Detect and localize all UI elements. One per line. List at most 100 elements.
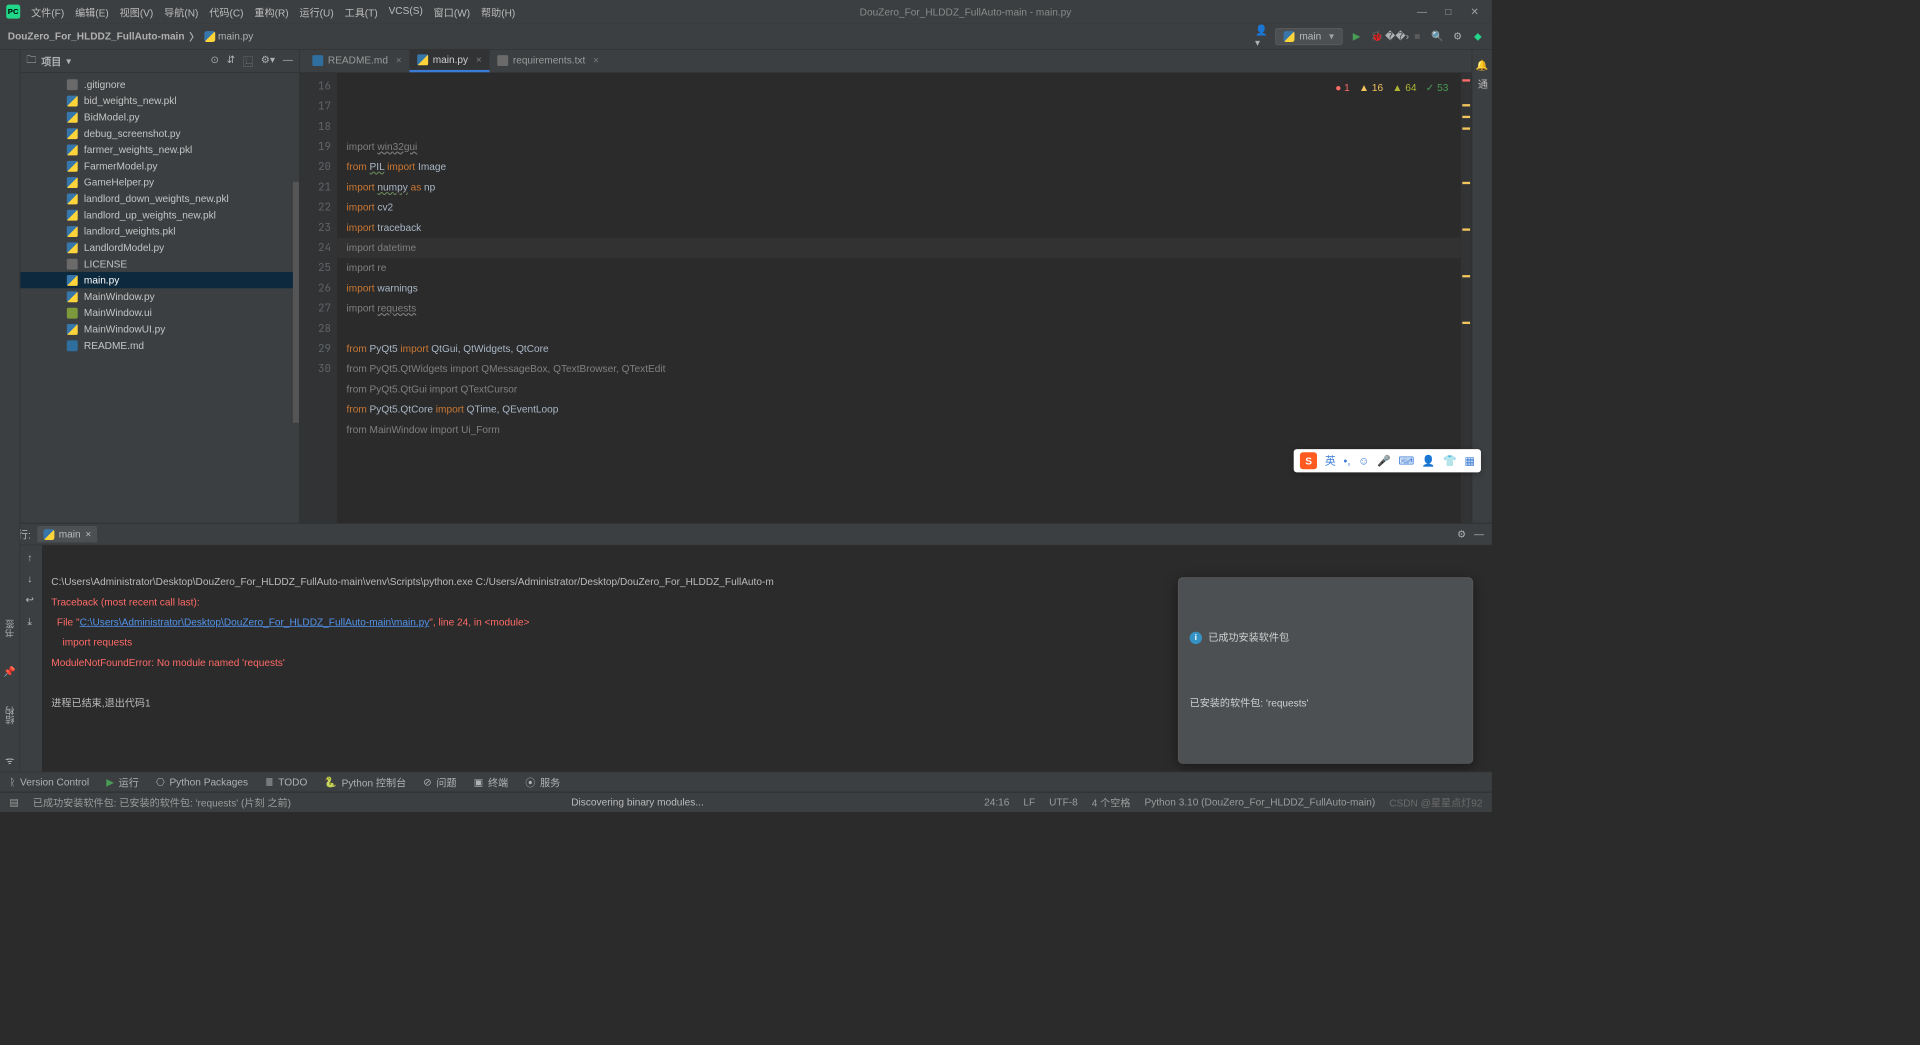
tree-item[interactable]: bid_weights_new.pkl [20,92,299,108]
python-packages-tab[interactable]: ⎔Python Packages [156,776,248,788]
ime-emoji-icon[interactable]: ☺ [1358,455,1369,467]
background-task[interactable]: Discovering binary modules... [571,796,704,808]
more-run-icon[interactable]: ��› [1391,30,1403,42]
problems-tab[interactable]: ⊘问题 [423,775,456,790]
hide-icon[interactable]: — [1474,528,1484,540]
ime-lang[interactable]: 英 [1325,453,1336,469]
soft-wrap-icon[interactable]: ↩ [25,594,33,606]
up-icon[interactable]: ↑ [27,552,32,564]
error-count[interactable]: ● 1 [1335,78,1350,98]
ide-features-icon[interactable]: ◆ [1472,30,1484,42]
ime-punct-icon[interactable]: •, [1344,455,1351,467]
tree-item[interactable]: LandlordModel.py [20,239,299,255]
tree-item[interactable]: MainWindow.ui [20,305,299,321]
hide-icon[interactable]: — [283,54,293,69]
file-encoding[interactable]: UTF-8 [1049,796,1078,808]
sogou-icon[interactable]: S [1300,452,1317,469]
menu-vcs[interactable]: VCS(S) [389,4,423,19]
expand-all-icon[interactable]: ⇵ [227,54,235,69]
project-tree[interactable]: .gitignorebid_weights_new.pklBidModel.py… [20,73,299,523]
search-icon[interactable]: 🔍 [1431,30,1443,42]
code-editor[interactable]: ● 1 ▲ 16 ▲ 64 ✓ 53 import win32gui from … [337,73,1461,523]
tree-item[interactable]: MainWindow.py [20,288,299,304]
menu-help[interactable]: 帮助(H) [481,4,515,19]
ime-keyboard-icon[interactable]: ⌨ [1398,454,1414,467]
gear-icon[interactable]: ⚙ [1457,528,1466,540]
inspections-widget[interactable]: ● 1 ▲ 16 ▲ 64 ✓ 53 [1335,78,1448,98]
collapse-all-icon[interactable]: ⿺ [243,54,253,69]
gear-icon[interactable]: ⚙▾ [261,54,275,69]
stop-button[interactable]: ■ [1411,30,1423,42]
tree-item[interactable]: debug_screenshot.py [20,125,299,141]
vcs-tab[interactable]: ᚱVersion Control [9,776,89,788]
menu-view[interactable]: 视图(V) [120,4,154,19]
tree-item[interactable]: landlord_weights.pkl [20,223,299,239]
tree-item[interactable]: main.py [20,272,299,288]
cursor-position[interactable]: 24:16 [984,796,1009,808]
select-opened-file-icon[interactable]: ⊙ [211,54,219,69]
menu-refactor[interactable]: 重构(R) [254,4,288,19]
menu-run[interactable]: 运行(U) [299,4,333,19]
scrollbar[interactable] [293,182,299,423]
menu-tools[interactable]: 工具(T) [345,4,378,19]
structure-tool-tab[interactable]: 结构 [2,702,18,730]
debug-button[interactable]: 🐞 [1371,30,1383,42]
tree-item[interactable]: README.md [20,337,299,353]
ime-skin-icon[interactable]: 👕 [1443,454,1457,467]
close-icon[interactable]: × [396,54,402,66]
indent-info[interactable]: 4 个空格 [1092,795,1131,810]
ime-mic-icon[interactable]: 🎤 [1377,454,1391,467]
tree-item[interactable]: landlord_down_weights_new.pkl [20,190,299,206]
warning-count[interactable]: ▲ 16 [1359,78,1383,98]
run-config-selector[interactable]: main [1275,28,1342,45]
weak-warning-count[interactable]: ▲ 64 [1392,78,1416,98]
close-icon[interactable]: × [593,54,599,66]
services-tab[interactable]: ⦿服务 [525,775,560,790]
tree-item[interactable]: LICENSE [20,256,299,272]
todo-tab[interactable]: ≣TODO [265,776,307,788]
maximize-button[interactable]: □ [1442,5,1454,17]
tree-item[interactable]: FarmerModel.py [20,158,299,174]
settings-icon[interactable]: ⚙ [1451,30,1463,42]
tree-item[interactable]: MainWindowUI.py [20,321,299,337]
notification-popup[interactable]: i已成功安装软件包 已安装的软件包: 'requests' [1178,577,1473,763]
python-console-tab[interactable]: 🐍Python 控制台 [324,775,406,790]
editor-tab[interactable]: requirements.txt× [490,50,607,73]
breadcrumb-project[interactable]: DouZero_For_HLDDZ_FullAuto-main [8,30,185,42]
tree-item[interactable]: farmer_weights_new.pkl [20,141,299,157]
tree-item[interactable]: landlord_up_weights_new.pkl [20,207,299,223]
bookmarks-tool-tab[interactable]: 书签 [2,615,18,643]
minimize-button[interactable]: — [1416,5,1428,17]
editor-tab[interactable]: README.md× [305,50,410,73]
down-icon[interactable]: ↓ [27,573,32,585]
tree-item[interactable]: BidModel.py [20,109,299,125]
menu-code[interactable]: 代码(C) [209,4,243,19]
structure-icon[interactable]: ᯤ [5,753,14,767]
interpreter-info[interactable]: Python 3.10 (DouZero_For_HLDDZ_FullAuto-… [1144,796,1375,808]
run-button[interactable]: ▶ [1350,30,1362,42]
editor-tab[interactable]: main.py× [409,49,489,72]
breadcrumb-file[interactable]: main.py [204,30,253,42]
scroll-to-end-icon[interactable]: ⤓ [27,615,31,627]
close-button[interactable]: ✕ [1469,5,1481,17]
menu-window[interactable]: 窗口(W) [434,4,470,19]
notifications-icon[interactable]: 🔔 [1476,59,1489,71]
close-icon[interactable]: × [476,54,482,66]
run-tab[interactable]: ▶运行 [106,775,139,790]
menu-edit[interactable]: 编辑(E) [75,4,109,19]
right-tab[interactable]: 通 [1475,79,1490,89]
ime-toolbar[interactable]: S 英 •, ☺ 🎤 ⌨ 👤 👕 ▦ [1294,449,1481,472]
menu-file[interactable]: 文件(F) [31,4,64,19]
status-hamburger-icon[interactable]: ▤ [9,796,19,808]
run-tab-main[interactable]: main× [37,526,97,542]
terminal-tab[interactable]: ▣终端 [474,775,508,790]
menu-navigate[interactable]: 导航(N) [164,4,198,19]
tree-item[interactable]: .gitignore [20,76,299,92]
line-separator[interactable]: LF [1023,796,1035,808]
line-gutter[interactable]: 161718192021222324252627282930 [300,73,337,523]
user-icon[interactable]: 👤▾ [1255,30,1267,42]
tree-item[interactable]: GameHelper.py [20,174,299,190]
typo-count[interactable]: ✓ 53 [1426,78,1449,98]
traceback-link[interactable]: C:\Users\Administrator\Desktop\DouZero_F… [80,616,430,628]
ime-person-icon[interactable]: 👤 [1422,454,1436,467]
